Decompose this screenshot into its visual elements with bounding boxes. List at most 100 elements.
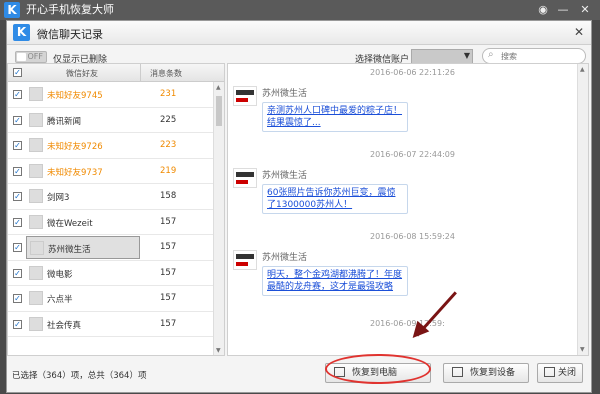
message-sender: 苏州微生活 bbox=[262, 171, 308, 181]
friend-cell[interactable]: 剑网3 bbox=[26, 185, 140, 208]
row-checkbox[interactable]: ✓ bbox=[13, 217, 22, 227]
friend-list: ✓ 微信好友 消息条数 ✓ 未知好友9745 231 ✓ 腾讯新闻 225 ✓ 未知好友972… bbox=[7, 63, 225, 356]
wechat-icon[interactable]: ◉ bbox=[536, 3, 550, 17]
exit-icon bbox=[544, 367, 555, 377]
message-sender: 苏州微生活 bbox=[262, 253, 308, 263]
message-time: 2016-06-07 22:44:09 bbox=[370, 150, 455, 159]
table-row[interactable]: ✓ 苏州微生活 157 bbox=[8, 235, 215, 261]
annotation-ellipse bbox=[325, 354, 431, 384]
row-checkbox[interactable]: ✓ bbox=[13, 294, 22, 303]
message-count: 223 bbox=[160, 140, 177, 150]
friend-name: 腾讯新闻 bbox=[47, 116, 82, 127]
friend-cell[interactable]: 社会传真 bbox=[26, 313, 140, 336]
search-box[interactable]: ⌕ bbox=[482, 48, 586, 64]
friend-cell[interactable]: 未知好友9726 bbox=[26, 134, 140, 157]
header-friend: 微信好友 bbox=[66, 69, 98, 78]
friend-name: 未知好友9726 bbox=[47, 142, 103, 152]
app-logo: K bbox=[4, 2, 20, 18]
row-checkbox[interactable]: ✓ bbox=[13, 90, 22, 99]
table-row[interactable]: ✓ 未知好友9726 223 bbox=[8, 133, 215, 159]
friend-cell[interactable]: 微电影 bbox=[26, 262, 140, 285]
app-close-button[interactable]: ✕ bbox=[578, 3, 592, 17]
friend-cell[interactable]: 未知好友9745 bbox=[26, 83, 140, 106]
message-count: 225 bbox=[160, 114, 177, 125]
dialog-close-icon[interactable]: ✕ bbox=[574, 25, 584, 39]
message-time: 2016-06-09 12:59: bbox=[370, 319, 445, 328]
table-row[interactable]: ✓ 腾讯新闻 225 bbox=[8, 108, 215, 133]
table-row[interactable]: ✓ 六点半 157 bbox=[8, 286, 215, 312]
avatar bbox=[29, 265, 43, 280]
friend-name: 剑网3 bbox=[47, 193, 70, 203]
account-select[interactable]: ▼ bbox=[411, 49, 473, 64]
list-header: ✓ 微信好友 消息条数 bbox=[8, 64, 224, 82]
table-row[interactable]: ✓ 社会传真 157 bbox=[8, 312, 215, 337]
toggle-knob bbox=[17, 53, 26, 61]
friend-name: 苏州微生活 bbox=[48, 245, 91, 255]
friend-cell[interactable]: 未知好友9737 bbox=[26, 160, 140, 183]
message-text: 明天，整个金鸡湖都沸腾了！年度最酷的龙舟赛，这才是最强攻略 bbox=[267, 270, 403, 292]
avatar bbox=[29, 214, 43, 229]
message-count: 219 bbox=[160, 165, 177, 176]
row-checkbox[interactable]: ✓ bbox=[13, 141, 22, 150]
message-count: 157 bbox=[160, 242, 177, 252]
avatar bbox=[29, 291, 43, 305]
chevron-down-icon: ▼ bbox=[463, 51, 470, 60]
message-count: 231 bbox=[160, 89, 177, 99]
chat-panel: 2016-06-06 22:11:26 苏州微生活 亲测苏州人口碑中最爱的粽子店… bbox=[227, 63, 589, 356]
message-count: 157 bbox=[160, 318, 177, 329]
message-link[interactable]: 亲测苏州人口碑中最爱的粽子店！结果震惊了... bbox=[262, 102, 408, 132]
header-count: 消息条数 bbox=[150, 69, 182, 78]
avatar bbox=[29, 189, 43, 203]
table-row[interactable]: ✓ 微电影 157 bbox=[8, 261, 215, 286]
deleted-only-toggle[interactable]: OFF bbox=[15, 51, 47, 63]
row-checkbox[interactable]: ✓ bbox=[13, 166, 22, 176]
row-checkbox[interactable]: ✓ bbox=[13, 115, 22, 125]
friend-cell[interactable]: 苏州微生活 bbox=[26, 236, 140, 259]
scroll-up-icon[interactable]: ▲ bbox=[580, 66, 585, 73]
avatar bbox=[233, 250, 257, 270]
message-count: 157 bbox=[160, 267, 177, 278]
friend-cell[interactable]: 腾讯新闻 bbox=[26, 109, 140, 132]
table-row[interactable]: ✓ 微在Wezeit 157 bbox=[8, 210, 215, 235]
table-row[interactable]: ✓ 未知好友9737 219 bbox=[8, 159, 215, 184]
friend-cell[interactable]: 六点半 bbox=[26, 287, 140, 310]
close-label: 关闭 bbox=[558, 368, 577, 378]
scroll-up-icon[interactable]: ▲ bbox=[216, 84, 221, 91]
message-text: 60张照片告诉你苏州巨变，震惊了1300000苏州人！ bbox=[267, 188, 396, 210]
message-link[interactable]: 60张照片告诉你苏州巨变，震惊了1300000苏州人！ bbox=[262, 184, 408, 214]
list-scrollbar[interactable]: ▲ ▼ bbox=[213, 82, 224, 355]
row-checkbox[interactable]: ✓ bbox=[13, 319, 22, 329]
message-count: 157 bbox=[160, 293, 177, 303]
avatar bbox=[29, 87, 43, 101]
message-time: 2016-06-08 15:59:24 bbox=[370, 232, 455, 241]
wechat-records-dialog: K 微信聊天记录 ✕ OFF 仅显示已删除 选择微信账户 ▼ ⌕ ✓ 微信好友 … bbox=[6, 20, 592, 393]
table-row[interactable]: ✓ 剑网3 158 bbox=[8, 184, 215, 210]
selection-status: 已选择（364）项，总共（364）项 bbox=[12, 371, 147, 381]
friend-rows: ✓ 未知好友9745 231 ✓ 腾讯新闻 225 ✓ 未知好友9726 223 ✓ 未知好友973… bbox=[8, 82, 215, 337]
header-divider bbox=[140, 64, 141, 82]
row-checkbox[interactable]: ✓ bbox=[13, 192, 22, 201]
restore-to-device-button[interactable]: 恢复到设备 bbox=[443, 363, 529, 383]
footer: 已选择（364）项，总共（364）项 恢复到电脑 恢复到设备 关闭 bbox=[7, 357, 591, 394]
avatar bbox=[29, 138, 43, 152]
friend-name: 未知好友9737 bbox=[47, 167, 103, 178]
close-button[interactable]: 关闭 bbox=[537, 363, 583, 383]
table-row[interactable]: ✓ 未知好友9745 231 bbox=[8, 82, 215, 108]
friend-name: 未知好友9745 bbox=[47, 91, 103, 101]
scroll-down-icon[interactable]: ▼ bbox=[580, 346, 585, 353]
avatar bbox=[233, 86, 257, 106]
scroll-thumb[interactable] bbox=[216, 96, 222, 126]
avatar bbox=[30, 241, 44, 255]
scroll-down-icon[interactable]: ▼ bbox=[216, 347, 221, 354]
phone-icon bbox=[452, 367, 463, 377]
search-input[interactable] bbox=[501, 50, 581, 62]
minimize-button[interactable]: — bbox=[556, 3, 570, 17]
message-link[interactable]: 明天，整个金鸡湖都沸腾了！年度最酷的龙舟赛，这才是最强攻略 bbox=[262, 266, 408, 296]
row-checkbox[interactable]: ✓ bbox=[13, 243, 22, 252]
row-checkbox[interactable]: ✓ bbox=[13, 268, 22, 278]
select-all-checkbox[interactable]: ✓ bbox=[13, 68, 22, 77]
friend-cell[interactable]: 微在Wezeit bbox=[26, 211, 140, 234]
app-title-bar: K 开心手机恢复大师 ◉ — ✕ bbox=[0, 0, 600, 20]
chat-scrollbar[interactable]: ▲ ▼ bbox=[577, 64, 588, 355]
dialog-title-bar: K 微信聊天记录 ✕ bbox=[7, 21, 591, 45]
